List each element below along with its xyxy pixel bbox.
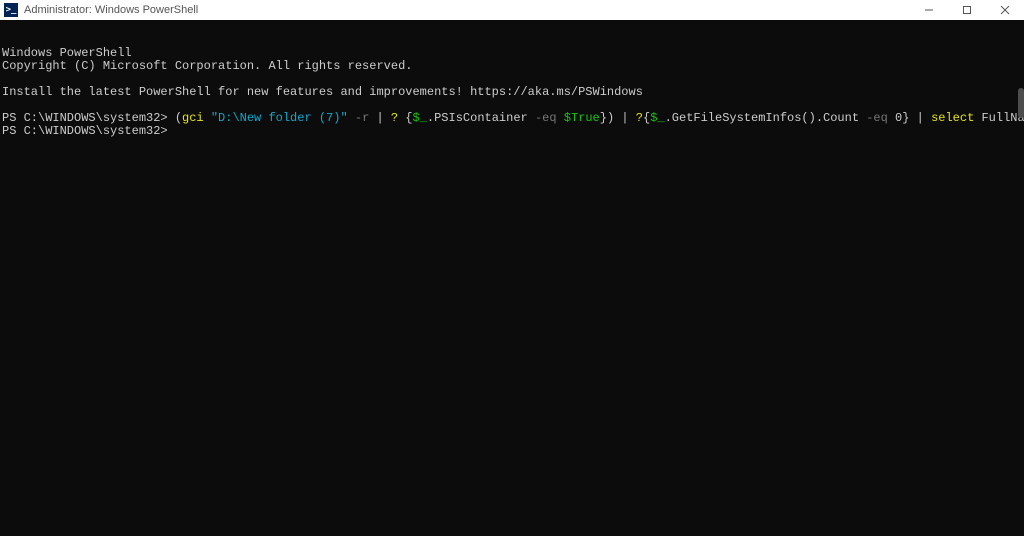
terminal-token: "D:\New folder (7)" [211,111,348,125]
minimize-button[interactable] [910,0,948,20]
terminal-token: Install the latest PowerShell for new fe… [2,85,643,99]
terminal-token: $True [564,111,600,125]
terminal-token: .PSIsContainer [427,111,535,125]
terminal-token: | [917,111,924,125]
terminal-token: PS C:\WINDOWS\system32> [2,111,175,125]
titlebar[interactable]: >_ Administrator: Windows PowerShell [0,0,1024,20]
terminal-token: } [600,111,607,125]
terminal-token: FullName [974,111,1024,125]
terminal-token: | [376,111,383,125]
terminal-token [348,111,355,125]
window-title: Administrator: Windows PowerShell [24,4,198,16]
terminal-line: Copyright (C) Microsoft Corporation. All… [2,60,1022,73]
terminal-area[interactable]: Windows PowerShellCopyright (C) Microsof… [0,20,1024,536]
terminal-token: .GetFileSystemInfos().Count [665,111,867,125]
terminal-token: ? [391,111,398,125]
terminal-line: PS C:\WINDOWS\system32> [2,125,1022,138]
terminal-token: { [398,111,412,125]
terminal-token: gci [182,111,204,125]
terminal-token: -eq [866,111,888,125]
powershell-icon: >_ [4,3,18,17]
terminal-token: PS C:\WINDOWS\system32> [2,124,168,138]
terminal-token: -r [355,111,369,125]
terminal-token [909,111,916,125]
terminal-token [557,111,564,125]
terminal-token [924,111,931,125]
terminal-token: Windows PowerShell [2,46,132,60]
terminal-token: $_ [413,111,427,125]
terminal-token: | [621,111,628,125]
terminal-token [629,111,636,125]
terminal-token: ( [175,111,182,125]
powershell-window: >_ Administrator: Windows PowerShell Win… [0,0,1024,536]
terminal-token: Copyright (C) Microsoft Corporation. All… [2,59,412,73]
terminal-token [888,111,895,125]
maximize-button[interactable] [948,0,986,20]
close-button[interactable] [986,0,1024,20]
terminal-token: $_ [650,111,664,125]
terminal-token [384,111,391,125]
terminal-token: -eq [535,111,557,125]
window-controls [910,0,1024,20]
terminal-token: select [931,111,974,125]
terminal-line: Install the latest PowerShell for new fe… [2,86,1022,99]
terminal-token: ? [636,111,643,125]
terminal-token [204,111,211,125]
scrollbar-thumb[interactable] [1018,88,1024,118]
